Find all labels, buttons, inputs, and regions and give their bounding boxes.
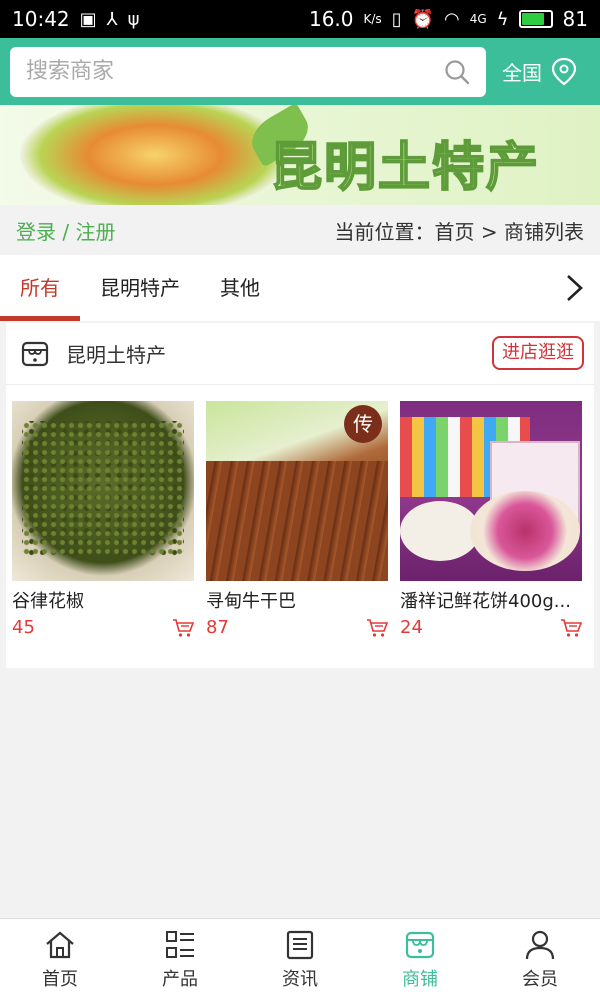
login-register-link[interactable]: 登录 / 注册 bbox=[16, 216, 115, 245]
usb-icon: ψ bbox=[127, 8, 140, 30]
product-item[interactable]: 谷律花椒 45 bbox=[12, 401, 194, 638]
cart-icon[interactable] bbox=[366, 618, 388, 638]
product-name[interactable]: 寻甸牛干巴 bbox=[206, 587, 386, 613]
location-pin-icon bbox=[551, 57, 577, 85]
status-right: 16.0 K/s ▯ ⏰ ◠ 4G ϟ 81 bbox=[309, 7, 588, 31]
share-icon: ⅄ bbox=[106, 8, 118, 30]
product-image-beef[interactable]: 传 bbox=[206, 401, 388, 581]
product-item[interactable]: 潘祥记鲜花饼400g... 24 bbox=[400, 401, 582, 638]
product-price: 87 bbox=[206, 617, 229, 638]
image-icon: ▣ bbox=[79, 8, 97, 30]
nav-label: 资讯 bbox=[282, 968, 318, 990]
shop-name: 昆明土特产 bbox=[66, 343, 166, 367]
search-box[interactable] bbox=[10, 46, 486, 97]
battery-text: 81 bbox=[562, 7, 588, 31]
product-list: 谷律花椒 45 传 寻甸牛干巴 87 潘祥记鲜花饼400g... 24 bbox=[6, 385, 594, 638]
battery-fill bbox=[521, 13, 545, 25]
status-bar: 10:42 ▣ ⅄ ψ 16.0 K/s ▯ ⏰ ◠ 4G ϟ 81 bbox=[0, 0, 600, 38]
cart-icon[interactable] bbox=[172, 618, 194, 638]
product-name[interactable]: 潘祥记鲜花饼400g... bbox=[400, 587, 580, 613]
product-meta: 87 bbox=[206, 617, 388, 638]
product-image-flower-cake[interactable] bbox=[400, 401, 582, 581]
shop-header: 昆明土特产 进店逛逛 bbox=[6, 323, 594, 385]
chevron-right-icon[interactable] bbox=[562, 273, 586, 303]
net-speed: 16.0 bbox=[308, 7, 354, 31]
cart-icon[interactable] bbox=[560, 618, 582, 638]
product-item[interactable]: 传 寻甸牛干巴 87 bbox=[206, 401, 388, 638]
cake-whole bbox=[400, 501, 480, 561]
home-icon bbox=[46, 931, 74, 958]
product-meta: 24 bbox=[400, 617, 582, 638]
vibrate-icon: ▯ bbox=[391, 8, 402, 30]
nav-home[interactable]: 首页 bbox=[0, 919, 120, 1000]
wifi-icon: ◠ bbox=[444, 8, 460, 30]
beef-texture bbox=[206, 461, 388, 581]
nav-stores[interactable]: 商铺 bbox=[360, 919, 480, 1000]
tab-all[interactable]: 所有 bbox=[0, 255, 80, 321]
nav-news[interactable]: 资讯 bbox=[240, 919, 360, 1000]
banner-pasta-image bbox=[20, 105, 290, 205]
search-input[interactable] bbox=[26, 59, 426, 84]
tab-kunming-specialty[interactable]: 昆明特产 bbox=[80, 255, 200, 321]
banner-title: 昆明土特产 bbox=[269, 137, 541, 199]
bottom-nav: 首页 产品 资讯 商铺 会员 bbox=[0, 918, 600, 1000]
nav-label: 产品 bbox=[162, 968, 198, 990]
store-icon bbox=[21, 341, 49, 366]
battery-icon bbox=[518, 10, 553, 28]
product-name[interactable]: 谷律花椒 bbox=[12, 587, 192, 613]
product-price: 24 bbox=[400, 617, 423, 638]
shop-card: 昆明土特产 进店逛逛 谷律花椒 45 传 寻甸牛干巴 87 潘祥记鲜花饼400g… bbox=[6, 323, 594, 668]
crumb-row: 登录 / 注册 当前位置：首页 > 商铺列表 bbox=[0, 205, 600, 255]
clock: 10:42 bbox=[12, 7, 70, 31]
list-icon bbox=[166, 930, 194, 958]
region-label: 全国 bbox=[502, 61, 542, 85]
nav-label: 商铺 bbox=[402, 968, 438, 990]
news-icon bbox=[286, 930, 314, 959]
banner[interactable]: 昆明土特产 bbox=[0, 105, 600, 205]
net-speed-unit: K/s bbox=[363, 12, 382, 26]
store-icon bbox=[405, 931, 435, 958]
category-tabs: 所有 昆明特产 其他 bbox=[0, 255, 600, 321]
product-meta: 45 bbox=[12, 617, 194, 638]
charging-icon: ϟ bbox=[496, 8, 509, 30]
nav-products[interactable]: 产品 bbox=[120, 919, 240, 1000]
pepper-texture bbox=[22, 421, 184, 556]
user-icon bbox=[525, 930, 555, 959]
cake-cut bbox=[470, 491, 580, 571]
breadcrumb: 当前位置：首页 > 商铺列表 bbox=[334, 219, 584, 244]
nav-label: 首页 bbox=[42, 968, 78, 990]
network-type: 4G bbox=[469, 12, 487, 26]
product-badge: 传 bbox=[344, 405, 382, 443]
visit-store-button[interactable]: 进店逛逛 bbox=[492, 336, 584, 370]
alarm-icon: ⏰ bbox=[411, 8, 435, 30]
tab-other[interactable]: 其他 bbox=[200, 255, 280, 321]
product-price: 45 bbox=[12, 617, 35, 638]
search-icon[interactable] bbox=[444, 59, 470, 85]
status-left: 10:42 ▣ ⅄ ψ bbox=[12, 7, 140, 31]
nav-member[interactable]: 会员 bbox=[480, 919, 600, 1000]
region-selector[interactable]: 全国 bbox=[502, 57, 578, 87]
nav-label: 会员 bbox=[522, 968, 558, 990]
product-image-pepper[interactable] bbox=[12, 401, 194, 581]
search-header: 全国 bbox=[0, 38, 600, 105]
